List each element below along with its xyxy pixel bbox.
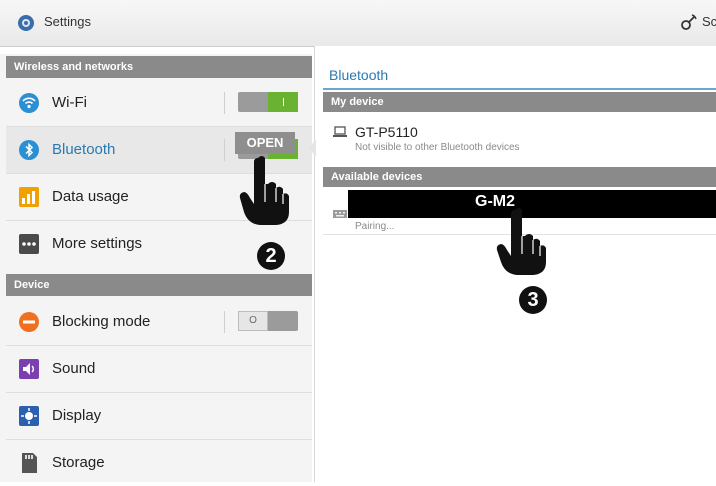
scan-label[interactable]: Sc <box>702 14 716 29</box>
step-badge: 3 <box>519 286 547 314</box>
device-status: Pairing... <box>355 221 395 232</box>
device-status: Not visible to other Bluetooth devices <box>355 142 520 153</box>
display-icon <box>19 406 39 426</box>
more-settings-icon <box>19 234 39 254</box>
blocking-mode-icon <box>19 312 39 332</box>
blocking-mode-toggle[interactable]: O <box>238 311 298 331</box>
gear-icon[interactable] <box>16 13 36 33</box>
callout-arrow <box>308 140 316 156</box>
hand-pointer-icon <box>496 208 546 275</box>
panel-title: Bluetooth <box>329 67 389 83</box>
sidebar-item-display[interactable]: Display <box>6 393 312 439</box>
data-usage-icon <box>19 187 39 207</box>
section-header-available-devices: Available devices <box>323 167 716 187</box>
sidebar-item-label: Storage <box>52 454 105 471</box>
wifi-icon <box>19 93 39 113</box>
my-device-row[interactable]: GT-P5110 Not visible to other Bluetooth … <box>323 114 716 160</box>
bluetooth-icon <box>19 140 39 160</box>
device-name: GT-P5110 <box>355 124 418 140</box>
sidebar-item-storage[interactable]: Storage <box>6 440 312 486</box>
divider <box>224 311 225 333</box>
open-callout: OPEN <box>235 132 295 154</box>
divider <box>224 92 225 114</box>
laptop-icon <box>333 126 347 137</box>
toggle-knob-off: O <box>238 311 268 331</box>
hand-pointer-icon <box>239 156 289 225</box>
top-bar: Settings Sc <box>0 0 716 47</box>
section-header-device: Device <box>6 274 312 296</box>
sidebar-item-label: More settings <box>52 235 143 252</box>
sidebar-item-wifi[interactable]: Wi-Fi <box>6 80 312 126</box>
sound-icon <box>19 359 39 379</box>
page-title: Settings <box>44 14 91 29</box>
wifi-toggle[interactable] <box>238 92 298 112</box>
sidebar-item-label: Data usage <box>52 188 129 205</box>
sidebar-item-label: Sound <box>52 360 96 377</box>
sidebar-item-label: Wi-Fi <box>52 94 87 111</box>
sidebar-item-label: Display <box>52 407 102 424</box>
section-header-my-device: My device <box>323 92 716 112</box>
sidebar-item-sound[interactable]: Sound <box>6 346 312 392</box>
scan-icon[interactable] <box>680 13 698 31</box>
sidebar-item-blocking-mode[interactable]: Blocking mode O <box>6 299 312 345</box>
title-underline <box>323 88 716 90</box>
step-badge: 2 <box>257 242 285 270</box>
storage-icon <box>22 453 37 473</box>
toggle-knob-on <box>268 92 298 112</box>
divider <box>224 139 225 161</box>
sidebar-item-label: Bluetooth <box>52 141 116 158</box>
keyboard-icon <box>333 210 347 218</box>
sidebar-item-label: Blocking mode <box>52 313 151 330</box>
section-header-wireless: Wireless and networks <box>6 56 312 78</box>
